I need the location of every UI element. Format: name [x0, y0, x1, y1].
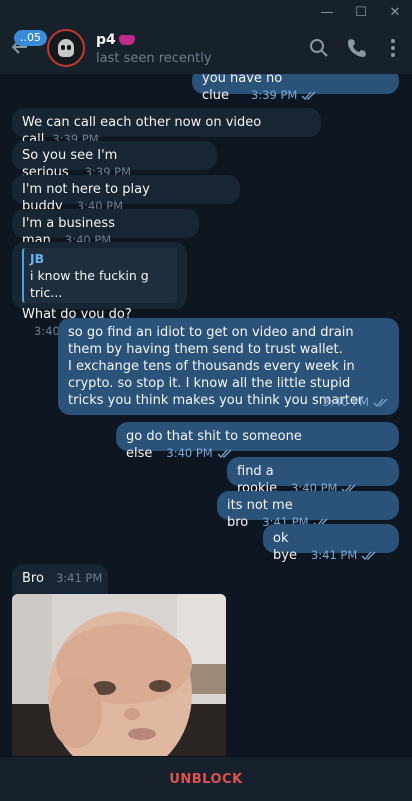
- maximize-button[interactable]: ☐: [344, 0, 378, 24]
- avatar[interactable]: [47, 29, 85, 67]
- reply-preview[interactable]: JB i know the fuckin g tric...: [22, 248, 177, 303]
- message-incoming[interactable]: Bro 3:41 PM: [12, 564, 108, 594]
- double-check-icon: [361, 551, 376, 560]
- message-outgoing[interactable]: find a rookie 3:40 PM: [227, 457, 399, 496]
- emoji-icon: [118, 35, 135, 45]
- message-incoming[interactable]: I'm a business man 3:40 PM: [12, 209, 199, 248]
- message-incoming[interactable]: We can call each other now on video call…: [12, 108, 321, 147]
- chat-title[interactable]: p4: [96, 32, 135, 48]
- message-outgoing[interactable]: you have no clue 3:39 PM: [192, 74, 399, 103]
- unread-badge: ..05: [14, 30, 47, 46]
- message-outgoing[interactable]: its not me bro 3:41 PM: [217, 491, 399, 530]
- photo-attachment[interactable]: [12, 594, 226, 756]
- skull-icon: [58, 39, 74, 57]
- message-outgoing[interactable]: so go find an idiot to get on video and …: [58, 318, 399, 415]
- window-titlebar: — ☐ ✕: [0, 0, 412, 24]
- message-list[interactable]: you have no clue 3:39 PM We can call each…: [0, 74, 412, 756]
- minimize-button[interactable]: —: [310, 0, 344, 24]
- search-icon[interactable]: [307, 36, 331, 60]
- message-outgoing[interactable]: go do that shit to someone else 3:40 PM: [116, 422, 399, 461]
- phone-icon[interactable]: [344, 36, 368, 60]
- bottom-bar: UNBLOCK: [0, 756, 412, 801]
- double-check-icon: [373, 398, 388, 407]
- unblock-button[interactable]: UNBLOCK: [169, 772, 242, 787]
- chat-status: last seen recently: [96, 51, 212, 66]
- double-check-icon: [217, 449, 232, 458]
- close-button[interactable]: ✕: [378, 0, 412, 24]
- double-check-icon: [301, 91, 316, 100]
- chat-header: ..05 p4 last seen recently: [0, 24, 412, 74]
- message-outgoing[interactable]: ok bye 3:41 PM: [263, 524, 399, 563]
- more-vertical-icon[interactable]: [381, 36, 405, 60]
- message-incoming[interactable]: JB i know the fuckin g tric... What do y…: [12, 242, 187, 338]
- message-incoming[interactable]: So you see I'm serious 3:39 PM: [12, 141, 217, 180]
- message-incoming[interactable]: I'm not here to play buddy 3:40 PM: [12, 175, 240, 214]
